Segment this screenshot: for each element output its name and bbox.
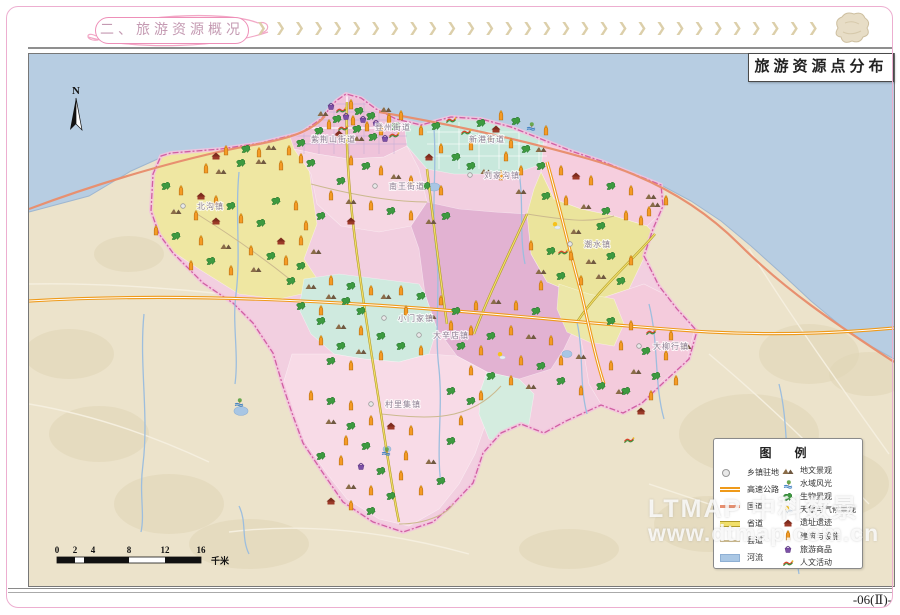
map-frame: 紫荆山街道 登州街道新港街道刘家沟镇南王街道潮水镇 北沟镇小门家镇大辛店镇大柳行镇村… <box>28 53 895 587</box>
legend-label: 地文景观 <box>800 465 832 476</box>
legend-symbol-national <box>720 505 744 508</box>
legend-symbol-m-icon <box>781 465 797 477</box>
legend-symbol-g-icon <box>781 491 797 503</box>
legend-label: 乡镇驻地 <box>747 467 779 478</box>
page-title: 二、旅游资源概况 <box>95 17 249 44</box>
town-seat-marker <box>637 344 642 349</box>
legend: 图 例 乡镇驻地高速公路国道省道县道河流 地文景观水域风光生物景观天象与气候景观… <box>713 438 863 569</box>
svg-text:8: 8 <box>127 545 132 555</box>
town-label: 紫荆山街道 <box>311 134 356 144</box>
legend-label: 高速公路 <box>747 484 779 495</box>
legend-symbol-p-icon <box>781 543 797 555</box>
legend-item-s: 天象与气候景观 <box>781 503 856 516</box>
town-seat-marker <box>568 242 573 247</box>
reservoir <box>234 407 248 416</box>
reservoir <box>562 351 572 358</box>
chevron-row-decoration: ❯ ❯ ❯ ❯ ❯ ❯ ❯ ❯ ❯ ❯ ❯ ❯ ❯ ❯ ❯ ❯ ❯ ❯ ❯ ❯ … <box>256 21 822 36</box>
town-seat-marker <box>417 333 422 338</box>
legend-item-g: 生物景观 <box>781 490 856 503</box>
legend-item-river: 河流 <box>720 549 781 566</box>
legend-symbol-river <box>720 554 744 562</box>
town-seat-marker <box>369 402 374 407</box>
svg-text:4: 4 <box>91 545 96 555</box>
legend-label: 人文活动 <box>800 557 832 568</box>
legend-item-m: 地文景观 <box>781 464 856 477</box>
legend-item-national: 国道 <box>720 498 781 515</box>
legend-label: 水域风光 <box>800 478 832 489</box>
map-blob-icon <box>828 8 874 50</box>
town-label: 村里集镇 <box>385 399 421 409</box>
svg-text:12: 12 <box>161 545 171 555</box>
svg-text:0: 0 <box>55 545 60 555</box>
legend-point-items: 地文景观水域风光生物景观天象与气候景观遗址遗迹建筑与设施旅游商品人文活动 <box>781 464 856 569</box>
legend-item-seat: 乡镇驻地 <box>720 464 781 481</box>
legend-label: 省道 <box>747 518 763 529</box>
legend-item-b: 建筑与设施 <box>781 529 856 542</box>
footer-rule <box>8 588 892 593</box>
legend-symbol-seat <box>720 469 744 477</box>
legend-symbol-b-icon <box>781 530 797 542</box>
legend-label: 生物景观 <box>800 491 832 502</box>
town-label: 大柳行镇 <box>653 341 689 351</box>
legend-symbol-w-icon <box>781 478 797 490</box>
legend-label: 国道 <box>747 501 763 512</box>
legend-item-highway: 高速公路 <box>720 481 781 498</box>
legend-symbol-h-icon <box>781 556 797 568</box>
town-label: 北沟镇 <box>197 201 224 211</box>
legend-symbol-s-icon <box>781 504 797 516</box>
legend-label: 县道 <box>747 535 763 546</box>
legend-item-p: 旅游商品 <box>781 543 856 556</box>
svg-text:16: 16 <box>197 545 207 555</box>
legend-symbol-highway <box>720 487 744 492</box>
page: 二、旅游资源概况 ❯ ❯ ❯ ❯ ❯ ❯ ❯ ❯ ❯ ❯ ❯ ❯ ❯ ❯ ❯ ❯… <box>0 0 900 615</box>
svg-text:2: 2 <box>73 545 78 555</box>
header: 二、旅游资源概况 ❯ ❯ ❯ ❯ ❯ ❯ ❯ ❯ ❯ ❯ ❯ ❯ ❯ ❯ ❯ ❯… <box>0 0 900 52</box>
legend-item-w: 水域风光 <box>781 477 856 490</box>
legend-label: 旅游商品 <box>800 544 832 555</box>
legend-item-r: 遗址遗迹 <box>781 516 856 529</box>
town-seat-marker <box>373 184 378 189</box>
legend-symbol-provincial <box>720 521 744 527</box>
legend-label: 建筑与设施 <box>800 531 840 542</box>
town-label: 小门家镇 <box>398 313 434 323</box>
town-label: 登州街道 <box>375 122 411 132</box>
town-label: 大辛店镇 <box>433 330 469 340</box>
svg-text:千米: 千米 <box>211 555 230 566</box>
page-number: -06(Ⅱ)- <box>800 592 892 608</box>
town-label: 新港街道 <box>469 134 505 144</box>
map-title: 旅游资源点分布 <box>748 53 894 82</box>
legend-item-h: 人文活动 <box>781 556 856 569</box>
town-seat-marker <box>468 173 473 178</box>
legend-item-provincial: 省道 <box>720 515 781 532</box>
legend-title: 图 例 <box>720 444 856 461</box>
legend-symbol-r-icon <box>781 517 797 529</box>
town-label: 南王街道 <box>389 181 425 191</box>
legend-label: 天象与气候景观 <box>800 504 856 515</box>
town-label: 刘家沟镇 <box>484 170 520 180</box>
town-seat-marker <box>382 316 387 321</box>
legend-symbol-county <box>720 540 744 542</box>
legend-line-items: 乡镇驻地高速公路国道省道县道河流 <box>720 464 781 569</box>
legend-label: 遗址遗迹 <box>800 517 832 528</box>
legend-item-county: 县道 <box>720 532 781 549</box>
town-label: 潮水镇 <box>584 239 611 249</box>
town-seat-marker <box>181 204 186 209</box>
legend-label: 河流 <box>747 552 763 563</box>
svg-text:N: N <box>72 85 80 97</box>
